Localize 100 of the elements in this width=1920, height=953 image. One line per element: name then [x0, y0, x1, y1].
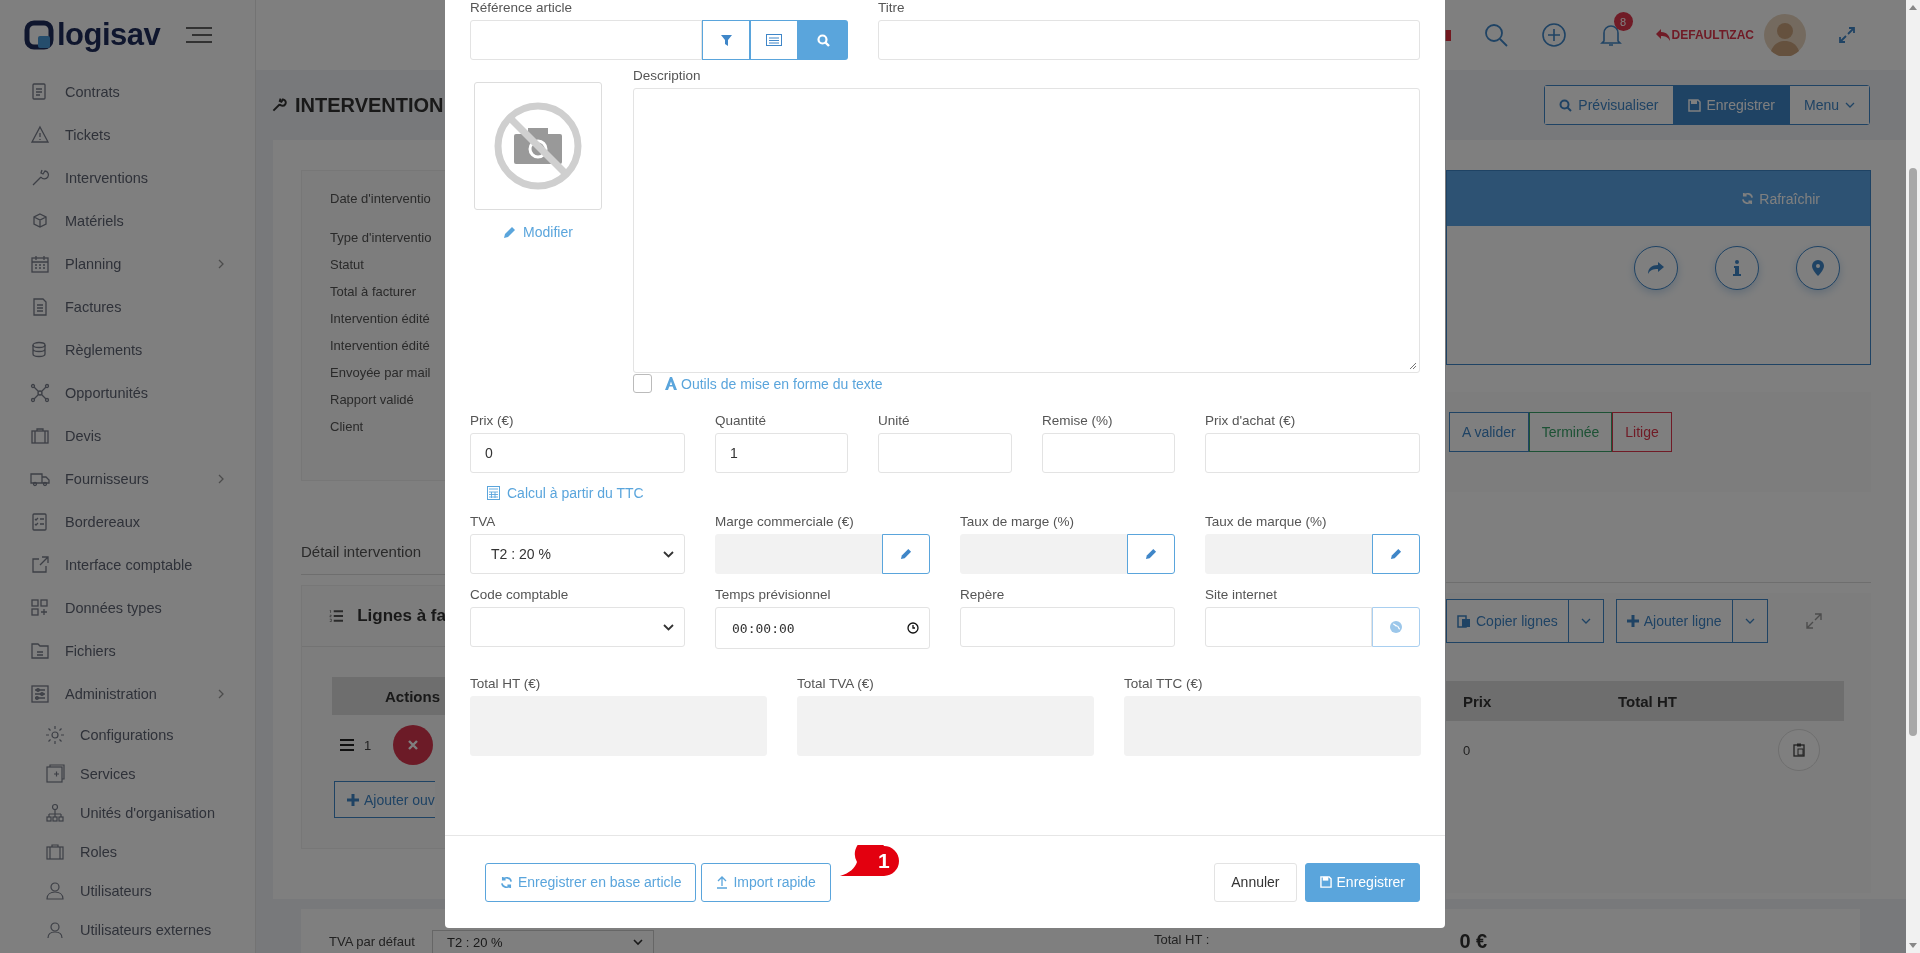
cancel-button[interactable]: Annuler: [1214, 862, 1297, 902]
sidebar-item[interactable]: Fichiers: [0, 629, 255, 672]
save-to-catalog-button[interactable]: Enregistrer en base article: [485, 862, 697, 902]
caret-icon: [1845, 101, 1855, 109]
calendar-icon: [30, 253, 50, 274]
no-photo-icon: [492, 100, 584, 192]
caret-icon[interactable]: [1744, 617, 1755, 625]
expand-icon[interactable]: [1838, 26, 1856, 44]
info-button[interactable]: [1715, 246, 1759, 290]
sidebar-item[interactable]: Factures: [0, 285, 255, 328]
sidebar-item[interactable]: Interface comptable: [0, 543, 255, 586]
checkbox[interactable]: [633, 374, 652, 393]
menu-dropdown[interactable]: Menu: [1789, 86, 1869, 124]
edit-button[interactable]: [1127, 534, 1175, 574]
refresh-icon: [1741, 192, 1755, 205]
formatting-tools-link[interactable]: Outils de mise en forme du texte: [665, 375, 883, 392]
input-field[interactable]: [960, 607, 1175, 647]
add-icon[interactable]: [1540, 22, 1567, 48]
preview-button[interactable]: Prévisualiser: [1545, 86, 1674, 124]
status-button[interactable]: Litige: [1612, 412, 1672, 452]
sidebar-item[interactable]: Opportunités: [0, 371, 255, 414]
sidebar-item[interactable]: Matériels: [0, 199, 255, 242]
expand-icon[interactable]: [1805, 613, 1822, 629]
reference-field[interactable]: [470, 20, 702, 60]
filter-icon: [720, 34, 732, 46]
sidebar-item[interactable]: Interventions: [0, 156, 255, 199]
save-button[interactable]: Enregistrer: [1673, 86, 1790, 124]
edit-button[interactable]: [1372, 534, 1420, 574]
select-field[interactable]: T2 : 20 %: [470, 534, 685, 574]
warning-icon: [30, 124, 50, 145]
sidebar-item[interactable]: Devis: [0, 414, 255, 457]
status-button[interactable]: A valider: [1449, 412, 1529, 452]
sidebar-subitem[interactable]: Utilisateurs: [0, 871, 255, 910]
sidebar-item[interactable]: Contrats: [0, 70, 255, 113]
field-label: Titre: [878, 0, 906, 15]
add-work-button[interactable]: Ajouter ouv: [334, 781, 435, 818]
menu-icon[interactable]: [184, 25, 215, 45]
search-icon[interactable]: [1482, 22, 1509, 48]
description-field[interactable]: [633, 88, 1420, 373]
input-field[interactable]: 0: [470, 433, 685, 473]
sidebar-subitem[interactable]: Services: [0, 754, 255, 793]
scrollbar[interactable]: [1906, 0, 1920, 953]
sidebar-item[interactable]: Planning: [0, 242, 255, 285]
input-field[interactable]: [878, 433, 1012, 473]
copy-lines-button[interactable]: Copier lignes: [1446, 599, 1604, 643]
select-field[interactable]: [470, 607, 685, 647]
field-label: Repère: [960, 587, 1006, 602]
caret-icon: [663, 623, 674, 631]
refresh-button[interactable]: Rafraîchir: [1735, 189, 1826, 208]
input-field[interactable]: [1042, 433, 1175, 473]
sidebar-item[interactable]: Tickets: [0, 113, 255, 156]
sidebar-subitem[interactable]: Configurations: [0, 715, 255, 754]
logo-text: logisav: [57, 17, 161, 53]
scroll-up-icon[interactable]: [1909, 4, 1917, 10]
calculate-link[interactable]: Calcul à partir du TTC: [487, 485, 644, 501]
field-label: TVA par défaut: [329, 934, 416, 949]
delete-button[interactable]: [393, 725, 434, 765]
share-button[interactable]: [1634, 246, 1678, 290]
clock-icon[interactable]: [907, 622, 919, 634]
search-icon: [816, 33, 830, 47]
field-label: Total à facturer: [330, 283, 417, 301]
gear-icon: [45, 724, 65, 745]
vat-select[interactable]: T2 : 20 %: [432, 930, 654, 953]
sidebar-subitem[interactable]: Unités d'organisation: [0, 793, 255, 832]
list-button[interactable]: [750, 20, 798, 60]
image-placeholder[interactable]: [474, 82, 602, 210]
quick-import-button[interactable]: Import rapide: [701, 862, 831, 902]
title-field[interactable]: [878, 20, 1420, 60]
sidebar-subitem[interactable]: Roles: [0, 832, 255, 871]
status-button[interactable]: Terminée: [1528, 412, 1613, 452]
filter-button[interactable]: [702, 20, 750, 60]
sidebar-item[interactable]: Règlements: [0, 328, 255, 371]
sidebar-subitem[interactable]: Utilisateurs externes: [0, 910, 255, 949]
paste-button[interactable]: [1778, 729, 1820, 771]
drag-handle-icon[interactable]: [340, 739, 354, 751]
modify-link[interactable]: Modifier: [503, 224, 573, 240]
sidebar-item[interactable]: Administration: [0, 672, 255, 715]
location-button[interactable]: [1796, 246, 1840, 290]
sidebar-item[interactable]: Données types: [0, 586, 255, 629]
globe-button[interactable]: [1372, 607, 1420, 647]
caret-icon[interactable]: [1580, 617, 1591, 625]
resize-grip-icon[interactable]: [1409, 362, 1417, 370]
user-name[interactable]: DEFAULT\ZAC: [1671, 28, 1754, 42]
sidebar-item[interactable]: Bordereaux: [0, 500, 255, 543]
avatar[interactable]: [1764, 14, 1806, 56]
field-label: Unité: [878, 413, 911, 428]
time-field[interactable]: 00:00:00: [715, 607, 930, 649]
save-button[interactable]: Enregistrer: [1304, 862, 1420, 902]
add-line-button[interactable]: Ajouter ligne: [1615, 599, 1768, 643]
row-number: 1: [364, 737, 372, 753]
edit-button[interactable]: [882, 534, 930, 574]
field-label: Intervention édité: [330, 310, 431, 328]
website-field[interactable]: [1205, 607, 1372, 647]
copy-icon: [1457, 614, 1471, 628]
input-field[interactable]: 1: [715, 433, 848, 473]
input-field[interactable]: [1205, 433, 1420, 473]
sidebar-item[interactable]: Fournisseurs: [0, 457, 255, 500]
scroll-down-icon[interactable]: [1909, 943, 1917, 949]
calculator-icon: [487, 486, 500, 500]
search-button[interactable]: [798, 20, 848, 60]
